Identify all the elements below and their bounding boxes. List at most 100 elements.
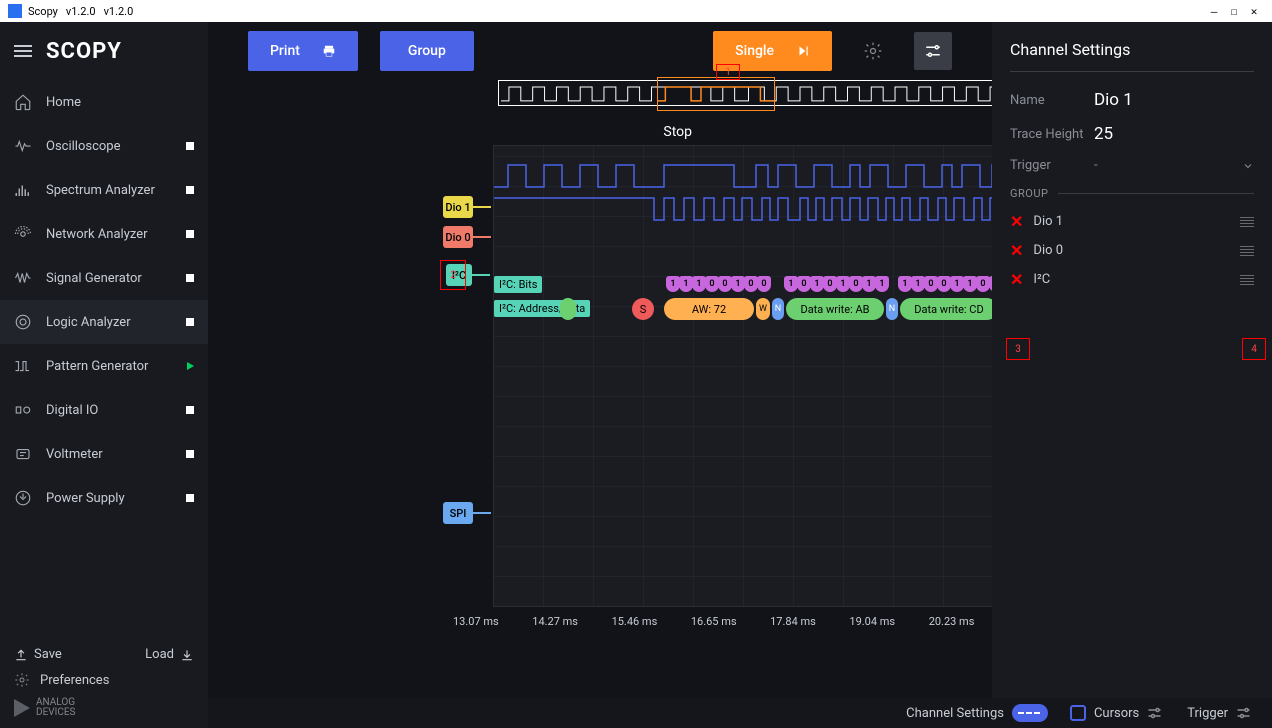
- preferences-label: Preferences: [40, 673, 109, 688]
- channel-wire: [472, 274, 490, 276]
- toggle-on-icon: [1012, 704, 1048, 722]
- trace-height-value[interactable]: 25: [1094, 124, 1113, 144]
- remove-icon[interactable]: ✕: [1010, 212, 1023, 231]
- upload-icon: [14, 648, 28, 662]
- hamburger-menu[interactable]: [14, 45, 32, 57]
- window-maximize[interactable]: ☐: [1224, 5, 1244, 18]
- status-indicator: [186, 450, 194, 458]
- power-icon: [14, 489, 32, 507]
- window-titlebar: Scopy v1.2.0 v1.2.0 — ☐ ✕: [0, 0, 1272, 22]
- bit-bubble: 1: [898, 276, 912, 292]
- download-icon: [180, 648, 194, 662]
- bit-bubble: 1: [692, 276, 706, 292]
- sliders-icon: [1236, 706, 1254, 720]
- name-value[interactable]: Dio 1: [1094, 90, 1133, 110]
- status-indicator: [186, 142, 194, 150]
- trigger-toggle[interactable]: Trigger: [1187, 706, 1254, 721]
- annotation-3: 3: [1006, 338, 1030, 360]
- sidebar-item-siggen[interactable]: Signal Generator: [0, 256, 208, 300]
- group-item-label: Dio 0: [1033, 243, 1230, 258]
- sidebar-item-label: Voltmeter: [46, 447, 172, 462]
- app-name: Scopy: [28, 5, 58, 18]
- print-button[interactable]: Print: [248, 31, 358, 71]
- sidebar-item-label: Home: [46, 95, 194, 110]
- drag-handle-icon[interactable]: [1240, 275, 1254, 285]
- load-button[interactable]: Load: [145, 647, 194, 662]
- channel-settings-toggle[interactable]: Channel Settings: [906, 704, 1048, 722]
- save-label: Save: [34, 647, 62, 662]
- sidebar-item-spectrum[interactable]: Spectrum Analyzer: [0, 168, 208, 212]
- bit-bubble: 0: [744, 276, 758, 292]
- chevron-down-icon: [1242, 160, 1254, 172]
- axis-tick: 17.84 ms: [770, 615, 816, 635]
- decode-addr-row: [560, 298, 576, 320]
- gear-button[interactable]: [854, 32, 892, 70]
- sidebar-item-power[interactable]: Power Supply: [0, 476, 208, 520]
- channel-label-dio1[interactable]: Dio 1: [443, 196, 473, 218]
- channel-wire: [473, 512, 491, 514]
- channel-wire: [473, 206, 491, 208]
- drag-handle-icon[interactable]: [1240, 246, 1254, 256]
- single-label: Single: [735, 43, 774, 59]
- sidebar-item-patgen[interactable]: Pattern Generator: [0, 344, 208, 388]
- remove-icon[interactable]: ✕: [1010, 270, 1023, 289]
- annotation-4: 4: [1242, 338, 1266, 360]
- group-item-dio1[interactable]: ✕ Dio 1: [1010, 212, 1254, 231]
- printer-icon: [322, 44, 336, 58]
- window-minimize[interactable]: —: [1204, 5, 1224, 18]
- sidebar-item-home[interactable]: Home: [0, 80, 208, 124]
- sliders-button[interactable]: [914, 32, 952, 70]
- nav: Home Oscilloscope Spectrum Analyzer Netw…: [0, 80, 208, 637]
- bit-bubble: 0: [705, 276, 719, 292]
- step-icon: [796, 44, 810, 58]
- decode-data-row: S AW: 72 W N Data write: AB N Data write…: [632, 298, 1036, 320]
- preferences-button[interactable]: Preferences: [14, 672, 194, 688]
- status-indicator: [186, 318, 194, 326]
- logic-icon: [14, 313, 32, 331]
- cursors-toggle[interactable]: Cursors: [1070, 705, 1165, 721]
- channel-label-dio0[interactable]: Dio 0: [443, 226, 473, 248]
- name-label: Name: [1010, 93, 1094, 108]
- status-indicator: [186, 230, 194, 238]
- drag-handle-icon[interactable]: [1240, 217, 1254, 227]
- axis-tick: 19.04 ms: [849, 615, 895, 635]
- bit-bubble: 0: [937, 276, 951, 292]
- cursors-label: Cursors: [1094, 706, 1139, 721]
- channel-label-spi[interactable]: SPI: [443, 502, 473, 524]
- sidebar-item-oscilloscope[interactable]: Oscilloscope: [0, 124, 208, 168]
- sidebar-item-network[interactable]: Network Analyzer: [0, 212, 208, 256]
- sidebar-item-logic[interactable]: Logic Analyzer: [0, 300, 208, 344]
- bit-bubble: 1: [911, 276, 925, 292]
- group-item-label: Dio 1: [1033, 214, 1230, 229]
- decode-w: W: [756, 298, 770, 320]
- decode-dw-cd: Data write: CD: [900, 298, 998, 320]
- app-version: v1.2.0: [66, 5, 96, 18]
- home-icon: [14, 93, 32, 111]
- bit-bubble: 1: [963, 276, 977, 292]
- status-indicator: [186, 274, 194, 282]
- group-item-dio0[interactable]: ✕ Dio 0: [1010, 241, 1254, 260]
- trigger-dropdown[interactable]: Trigger -: [1010, 158, 1254, 173]
- channel-settings-label: Channel Settings: [906, 706, 1004, 721]
- patgen-icon: [14, 357, 32, 375]
- toolbar: Print Group Single: [208, 22, 992, 80]
- group-button[interactable]: Group: [380, 31, 474, 71]
- bit-bubble: 1: [950, 276, 964, 292]
- print-label: Print: [270, 43, 300, 59]
- save-button[interactable]: Save: [14, 647, 62, 662]
- bit-bubble: 1: [810, 276, 824, 292]
- sidebar-item-label: Power Supply: [46, 491, 172, 506]
- overview-selection[interactable]: [657, 77, 775, 111]
- app-icon: [8, 4, 22, 18]
- bit-bubble: 1: [875, 276, 889, 292]
- app-version-2: v1.2.0: [104, 5, 134, 18]
- group-item-i2c[interactable]: ✕ I²C: [1010, 270, 1254, 289]
- annotation-1: 1: [716, 64, 740, 80]
- oscilloscope-icon: [14, 137, 32, 155]
- window-close[interactable]: ✕: [1244, 5, 1264, 18]
- panel-title: Channel Settings: [1010, 40, 1254, 59]
- sidebar-item-digitalio[interactable]: Digital IO: [0, 388, 208, 432]
- sidebar-item-voltmeter[interactable]: Voltmeter: [0, 432, 208, 476]
- remove-icon[interactable]: ✕: [1010, 241, 1023, 260]
- plot-area[interactable]: 1 Stop Dio 1 Dio 0 I²C 2 SPI I²C: Bits I…: [208, 80, 992, 728]
